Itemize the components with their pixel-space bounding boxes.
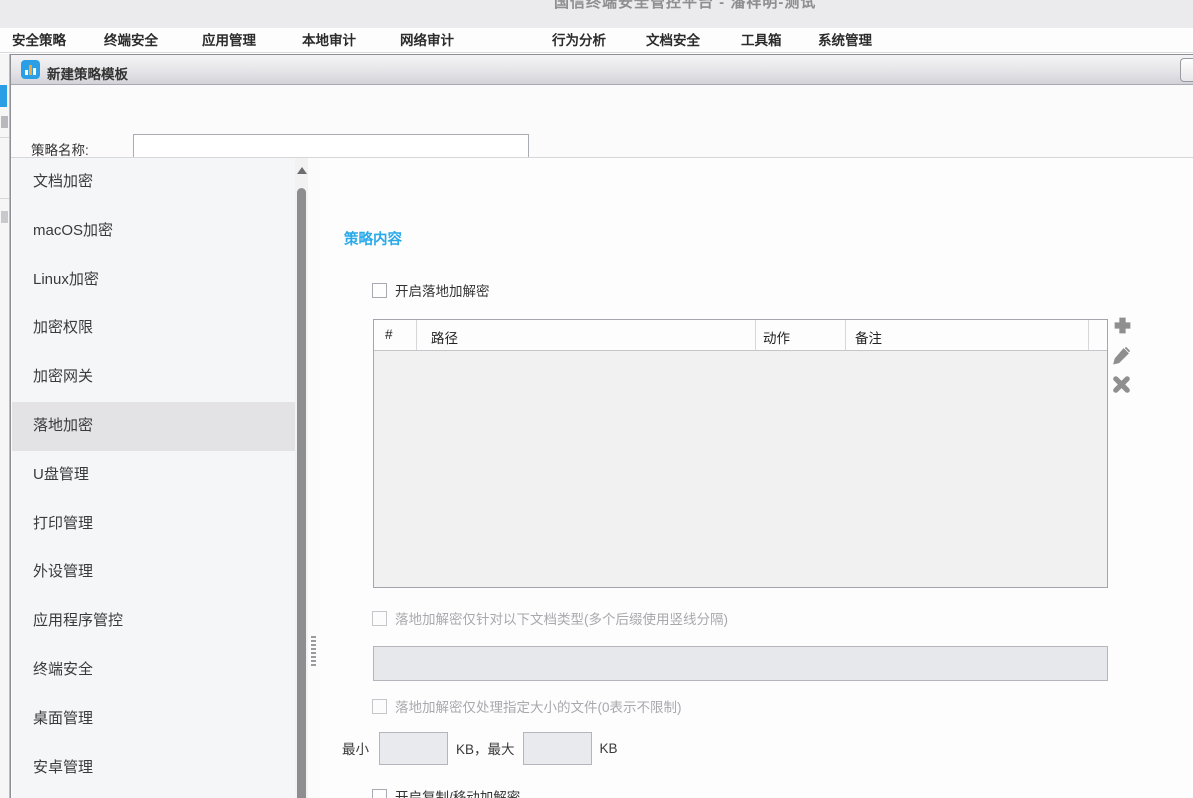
background-window-title: 国信终端安全管控平台 - 潘祥明-测试 — [554, 0, 816, 12]
new-policy-template-dialog: 新建策略模板 策略名称: 文档加密 macOS加密 Linux加密 加密权限 加… — [10, 54, 1193, 798]
enable-copy-move-checkbox[interactable] — [372, 789, 387, 798]
doc-type-filter-checkbox[interactable] — [372, 611, 387, 626]
policy-content-heading: 策略内容 — [344, 228, 402, 249]
file-size-filter-label: 落地加解密仅处理指定大小的文件(0表示不限制) — [395, 696, 682, 716]
menu-document-security[interactable]: 文档安全 — [646, 28, 700, 53]
category-print-management[interactable]: 打印管理 — [12, 500, 295, 549]
category-encryption-rights[interactable]: 加密权限 — [12, 304, 295, 353]
add-icon[interactable] — [1112, 315, 1133, 336]
category-terminal-security[interactable]: 终端安全 — [12, 646, 295, 695]
enable-landing-encryption-label: 开启落地加解密 — [395, 280, 490, 300]
enable-copy-move-label: 开启复制/移动加解密 — [395, 786, 520, 798]
sidebar-scrollbar[interactable] — [295, 158, 308, 798]
scroll-up-arrow-icon[interactable] — [297, 167, 307, 174]
col-path: 路径 — [431, 327, 458, 347]
landing-table-tools — [1112, 315, 1136, 403]
policy-content-panel: 策略内容 开启落地加解密 # 路径 动作 备注 — [320, 158, 1193, 798]
col-remark: 备注 — [855, 327, 882, 347]
size-between-label: KB，最大 — [456, 738, 515, 758]
background-window-edge — [0, 54, 10, 798]
main-menu-bar: 安全策略 终端安全 应用管理 本地审计 网络审计 行为分析 文档安全 工具箱 系… — [0, 28, 1193, 53]
background-text-fragment — [1, 116, 8, 128]
menu-behavior-analysis[interactable]: 行为分析 — [552, 28, 606, 53]
background-divider — [0, 198, 10, 199]
background-window-titlebar: 国信终端安全管控平台 - 潘祥明-测试 — [0, 0, 1193, 28]
category-macos-encryption[interactable]: macOS加密 — [12, 207, 295, 256]
dialog-close-button[interactable] — [1180, 58, 1193, 82]
menu-local-audit[interactable]: 本地审计 — [302, 28, 356, 53]
edit-pencil-icon[interactable] — [1112, 345, 1131, 366]
file-size-inputs-row: 最小 KB，最大 KB — [342, 731, 618, 765]
file-size-filter-checkbox[interactable] — [372, 699, 387, 714]
category-landing-encryption[interactable]: 落地加密 — [12, 402, 295, 451]
menu-security-policy[interactable]: 安全策略 — [12, 28, 66, 53]
size-min-label: 最小 — [342, 738, 369, 758]
doc-type-filter-row: 落地加解密仅针对以下文档类型(多个后缀使用竖线分隔) — [372, 608, 728, 628]
background-divider — [0, 137, 10, 138]
col-index: # — [385, 327, 393, 342]
bar-chart-icon — [21, 60, 40, 79]
pane-splitter[interactable] — [308, 158, 320, 798]
category-desktop-management[interactable]: 桌面管理 — [12, 695, 295, 744]
splitter-grip-icon — [311, 636, 316, 668]
category-usb-management[interactable]: U盘管理 — [12, 451, 295, 500]
menu-terminal-security[interactable]: 终端安全 — [104, 28, 158, 53]
category-android-management[interactable]: 安卓管理 — [12, 744, 295, 793]
size-max-input[interactable] — [523, 732, 592, 765]
scrollbar-thumb[interactable] — [297, 188, 306, 798]
file-size-filter-row: 落地加解密仅处理指定大小的文件(0表示不限制) — [372, 696, 682, 716]
enable-landing-encryption-checkbox[interactable] — [372, 283, 387, 298]
category-app-control[interactable]: 应用程序管控 — [12, 597, 295, 646]
menu-system-management[interactable]: 系统管理 — [818, 28, 872, 53]
doc-type-input[interactable] — [373, 646, 1108, 681]
category-doc-encryption[interactable]: 文档加密 — [12, 158, 295, 207]
policy-category-list: 文档加密 macOS加密 Linux加密 加密权限 加密网关 落地加密 U盘管理… — [12, 158, 295, 798]
background-icon-fragment — [0, 85, 7, 107]
delete-x-icon[interactable] — [1112, 375, 1131, 394]
dialog-titlebar[interactable]: 新建策略模板 — [11, 55, 1193, 85]
category-peripheral-management[interactable]: 外设管理 — [12, 548, 295, 597]
size-unit-label: KB — [600, 741, 618, 756]
background-text-fragment — [1, 211, 8, 223]
policy-name-row: 策略名称: — [11, 86, 1193, 157]
menu-network-audit[interactable]: 网络审计 — [400, 28, 454, 53]
col-action: 动作 — [763, 327, 790, 347]
menu-toolbox[interactable]: 工具箱 — [741, 28, 782, 53]
enable-copy-move-row: 开启复制/移动加解密 — [372, 786, 520, 798]
menu-app-management[interactable]: 应用管理 — [202, 28, 256, 53]
policy-name-label: 策略名称: — [31, 139, 89, 159]
size-min-input[interactable] — [379, 732, 448, 765]
enable-landing-encryption-row: 开启落地加解密 — [372, 280, 490, 300]
category-linux-encryption[interactable]: Linux加密 — [12, 256, 295, 305]
category-encryption-gateway[interactable]: 加密网关 — [12, 353, 295, 402]
landing-path-table[interactable]: # 路径 动作 备注 — [373, 319, 1108, 588]
doc-type-filter-label: 落地加解密仅针对以下文档类型(多个后缀使用竖线分隔) — [395, 608, 728, 628]
landing-path-table-header: # 路径 动作 备注 — [374, 320, 1107, 351]
dialog-title: 新建策略模板 — [47, 63, 128, 83]
